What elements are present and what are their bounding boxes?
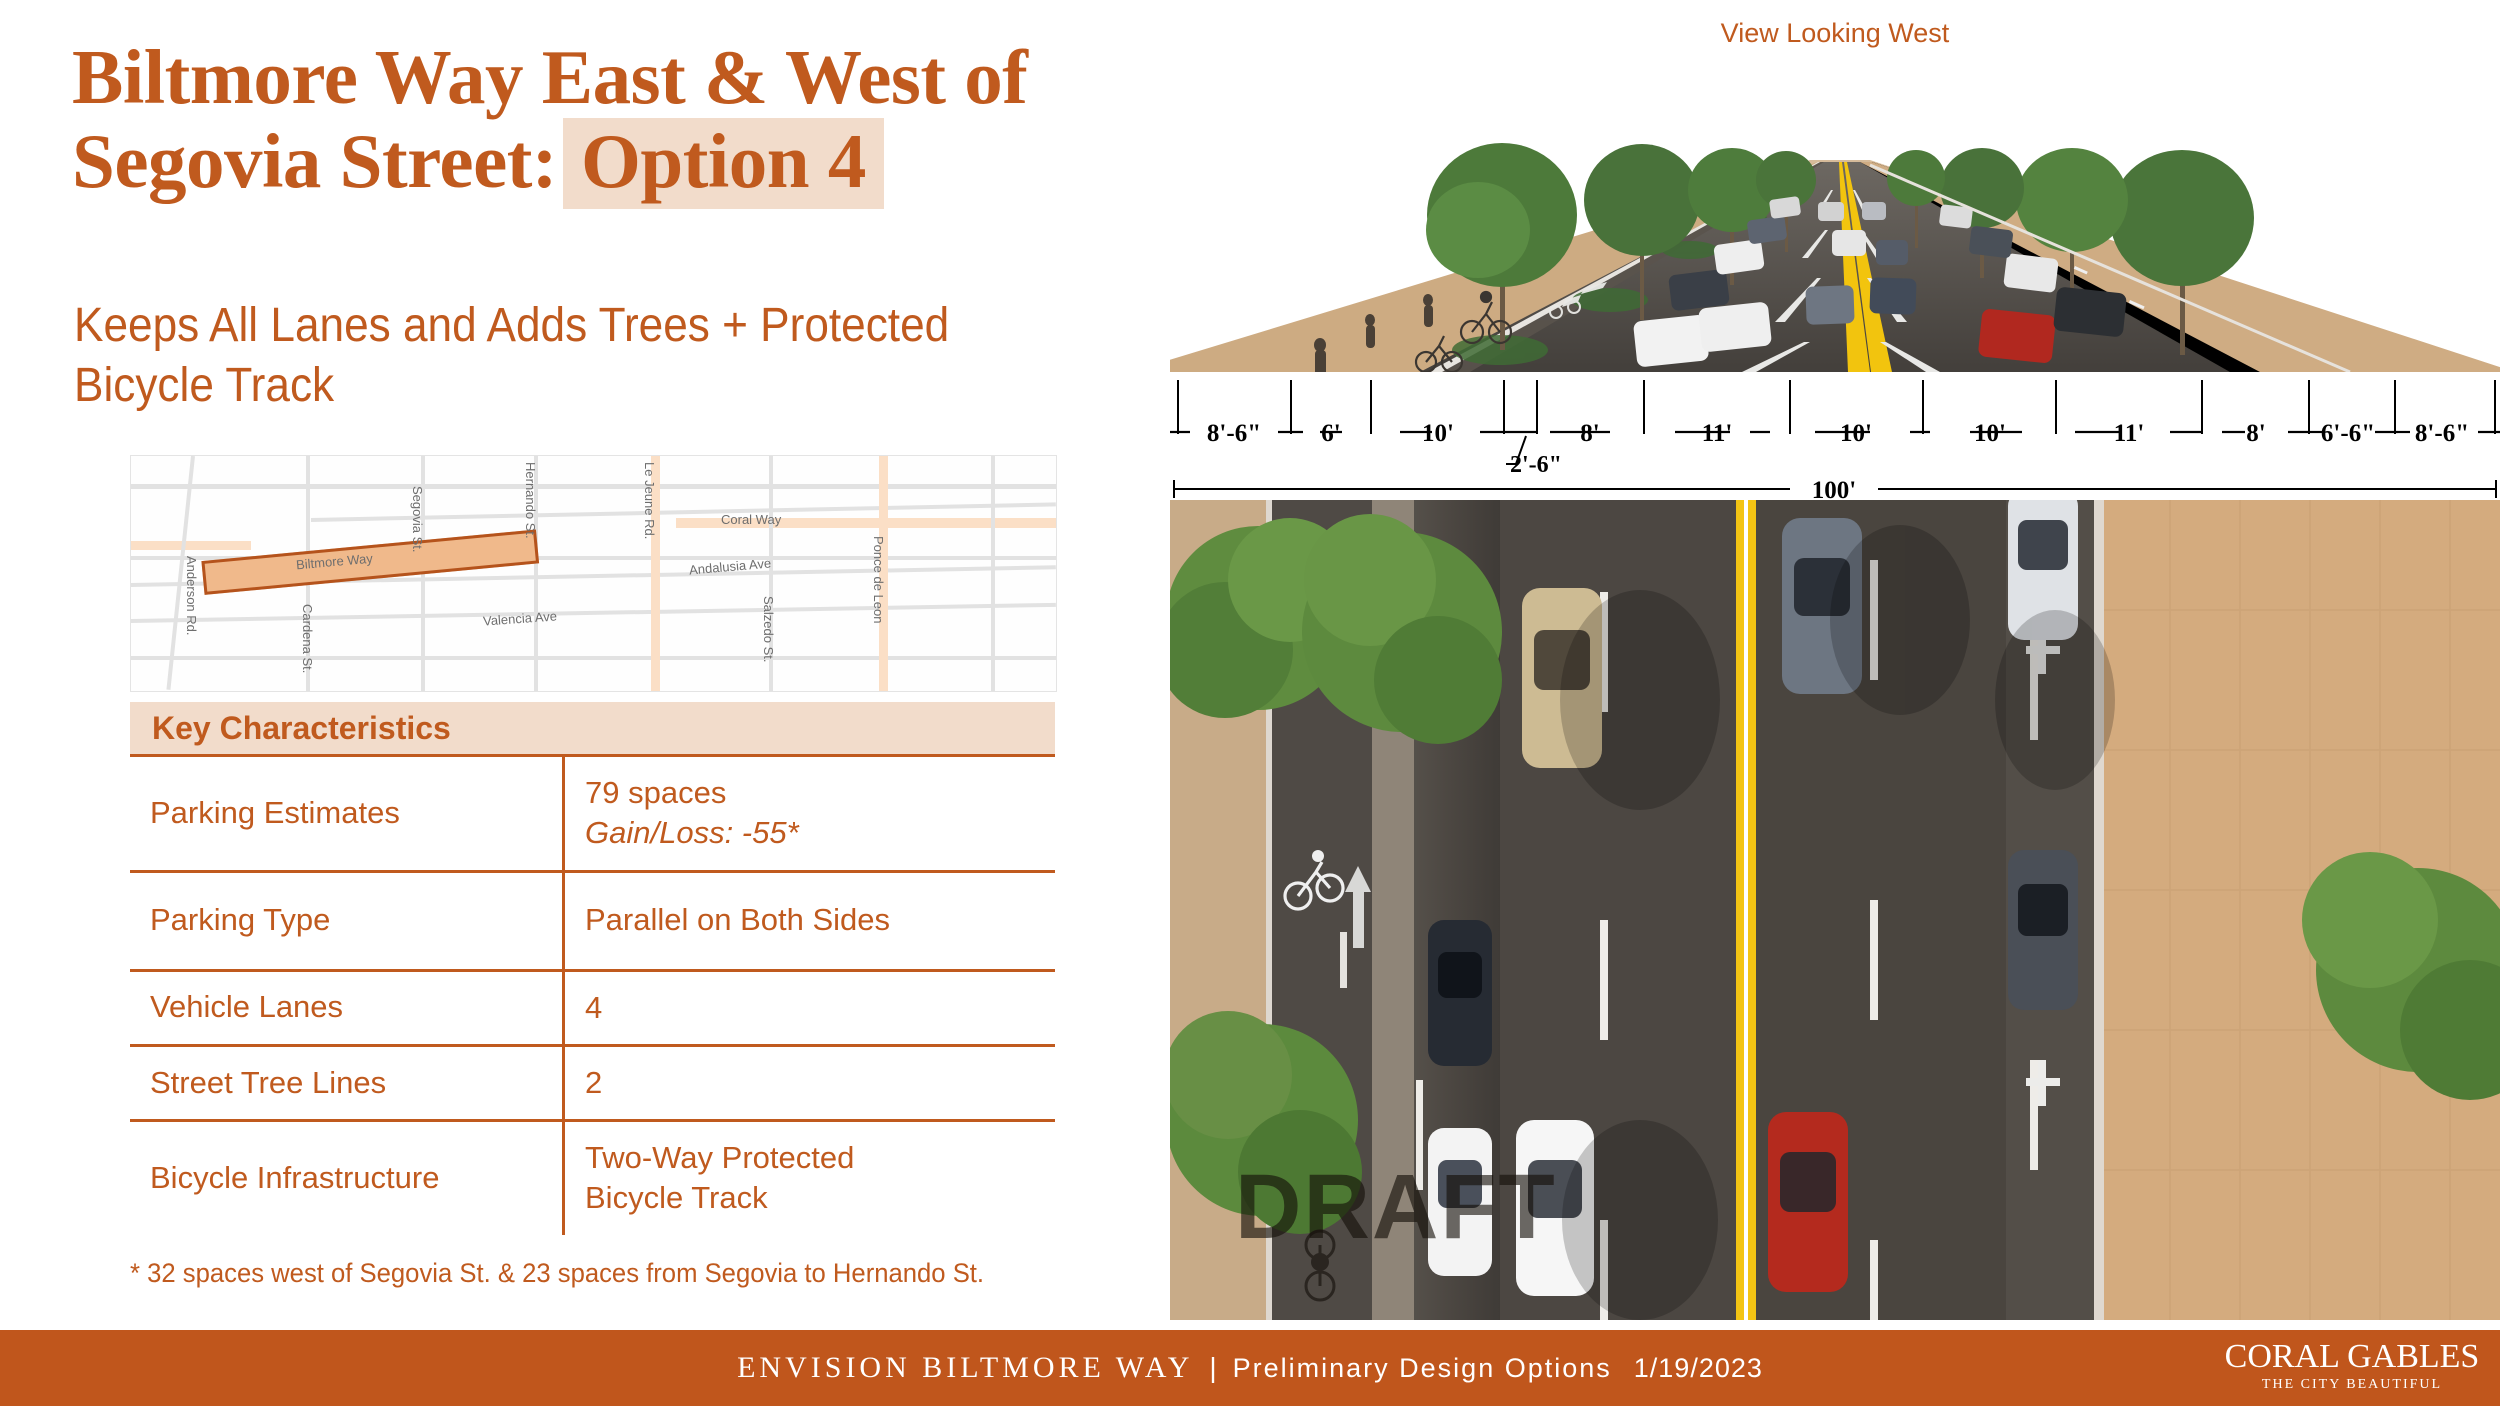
dim-label-10: 6'-6" [2321,420,2375,447]
dim-label-1: 6' [1321,420,1340,447]
dim-label-8: 11' [2114,420,2145,447]
table-header: Key Characteristics [130,702,1055,754]
right-visuals-panel: View Looking West 8'-6" 6' 10' 2'-6" 8' … [1170,0,2500,1330]
dim-label-0: 8'-6" [1207,420,1261,447]
locator-map[interactable]: Biltmore Way Segovia St. Hernando St. Le… [130,455,1057,692]
footer-text-group: ENVISION BILTMORE WAY | Preliminary Desi… [0,1330,2500,1406]
page-title-line1: Biltmore Way East & West of [72,34,1028,120]
page-subtitle: Keeps All Lanes and Adds Trees + Protect… [74,299,950,412]
key-characteristics-table: Key Characteristics Parking Estimates 79… [130,702,1055,1235]
option-badge: Option 4 [563,118,884,209]
row-value: 79 spaces Gain/Loss: -55* [562,757,1055,870]
dim-label-3: 2'-6" [1510,452,1562,478]
row-label: Street Tree Lines [150,1064,387,1100]
table-row: Parking Estimates 79 spaces Gain/Loss: -… [130,754,1055,870]
draft-watermark: DRAFT [1235,1156,1557,1258]
footer-project-name: ENVISION BILTMORE WAY [737,1351,1194,1384]
row-label: Bicycle Infrastructure [150,1160,440,1196]
page-title: Biltmore Way East & West of Segovia Stre… [72,36,1162,209]
street-perspective-rendering [1170,50,2500,372]
map-road [131,656,1056,660]
map-road [131,484,1056,489]
dim-label-6: 10' [1840,420,1872,447]
dim-label-11: 8'-6" [2415,420,2469,447]
table-row: Street Tree Lines 2 [130,1043,1055,1120]
map-road [131,602,1056,623]
cross-section-dimensions: 8'-6" 6' 10' 2'-6" 8' 11' 10' 10' 11' 8'… [1170,372,2500,500]
row-value-primary: 79 spaces [585,775,727,810]
map-label-le-jeune: Le Jeune Rd. [642,462,657,540]
map-label-segovia: Segovia St. [410,486,425,553]
map-label-coral-way: Coral Way [721,512,782,527]
footer-date: 1/19/2023 [1633,1352,1763,1383]
dim-label-9: 8' [2246,420,2265,447]
dim-label-7: 10' [1974,420,2006,447]
dim-label-2: 10' [1422,420,1454,447]
coral-gables-logo: CORAL GABLES THE CITY BEAUTIFUL [2222,1338,2482,1394]
left-content-panel: Biltmore Way East & West of Segovia Stre… [0,0,1170,1330]
footer-phase: Preliminary Design Options [1232,1352,1612,1383]
logo-line-2: THE CITY BEAUTIFUL [2261,1377,2443,1392]
table-row: Parking Type Parallel on Both Sides [130,869,1055,969]
dim-label-4: 8' [1580,420,1599,447]
map-road-major [131,541,251,550]
row-value-primary: Parallel on Both Sides [585,902,891,938]
dim-label-5: 11' [1702,420,1733,447]
map-label-hernando: Hernando St. [523,462,538,539]
row-value-primary: 4 [585,989,603,1025]
row-value: 4 [562,971,1055,1044]
table-row: Vehicle Lanes 4 [130,968,1055,1044]
map-label-anderson: Anderson Rd. [184,556,199,636]
row-label: Parking Estimates [150,794,400,830]
map-label-ponce: Ponce de Leon [871,536,886,624]
row-value-secondary: Gain/Loss: -55* [585,815,799,851]
view-direction-label: View Looking West [1720,18,1950,48]
map-label-cardena: Cardena St. [300,604,315,674]
row-label: Vehicle Lanes [150,989,344,1025]
map-label-valencia: Valencia Ave [482,608,558,629]
logo-line-1: CORAL GABLES [2224,1338,2480,1375]
street-plan-aerial-view: DRAFT [1170,500,2500,1320]
footer-separator: | [1209,1352,1217,1383]
row-value-primary: 2 [585,1064,603,1100]
map-label-salzedo: Salzedo St. [761,596,776,663]
dim-label-total: 100' [1812,477,1856,500]
perspective-svg [1170,143,2500,372]
page-title-line2-prefix: Segovia Street: [72,118,558,205]
dimension-svg: 8'-6" 6' 10' 2'-6" 8' 11' 10' 10' 11' 8'… [1170,380,2500,500]
row-value-secondary: Bicycle Track [585,1180,768,1216]
table-row: Bicycle Infrastructure Two-Way Protected… [130,1119,1055,1235]
row-value: Parallel on Both Sides [562,872,1055,969]
table-footnote: * 32 spaces west of Segovia St. & 23 spa… [130,1258,985,1288]
footer-bar: ENVISION BILTMORE WAY | Preliminary Desi… [0,1330,2500,1406]
row-value-primary: Two-Way Protected [585,1140,855,1176]
row-label: Parking Type [150,902,331,938]
row-value: 2 [562,1046,1055,1120]
row-value: Two-Way Protected Bicycle Track [562,1122,1055,1235]
map-road [991,456,995,691]
